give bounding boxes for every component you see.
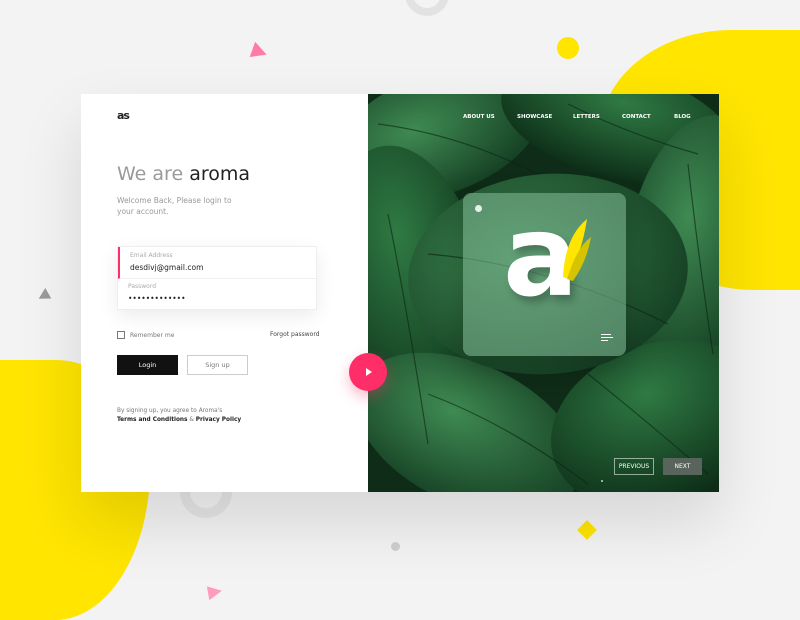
- grey-ring-top: [405, 0, 449, 16]
- forgot-password-link[interactable]: Forgot password: [270, 331, 320, 338]
- slide-indicator-dot: [601, 480, 603, 482]
- leaf-accent-icon: [563, 219, 591, 281]
- login-pane: as We are aroma Welcome Back, Please log…: [81, 94, 368, 492]
- nav-contact[interactable]: CONTACT: [622, 114, 651, 120]
- grey-dot: [391, 542, 400, 551]
- login-form: Email Address Password •••••••••••••: [117, 246, 318, 310]
- nav-letters[interactable]: LETTERS: [573, 114, 600, 120]
- terms-text: By signing up, you agree to Aroma's Term…: [117, 407, 241, 425]
- pink-triangle-bottom: [206, 583, 224, 601]
- dot-icon: [475, 205, 482, 212]
- nav-blog[interactable]: BLOG: [674, 114, 691, 120]
- headline-prefix: We are: [117, 163, 184, 185]
- login-card: as We are aroma Welcome Back, Please log…: [81, 94, 719, 492]
- remember-me[interactable]: Remember me: [117, 331, 174, 339]
- play-button[interactable]: [349, 353, 387, 391]
- menu-icon[interactable]: [601, 334, 613, 343]
- password-field[interactable]: Password •••••••••••••: [118, 278, 316, 309]
- previous-button[interactable]: PREVIOUS: [614, 458, 654, 475]
- nav-showcase[interactable]: SHOWCASE: [517, 114, 552, 120]
- hero-image-pane: ABOUT US SHOWCASE LETTERS CONTACT BLOG a…: [368, 94, 719, 492]
- headline-brand: aroma: [189, 163, 251, 185]
- pink-triangle-top: [249, 41, 270, 63]
- terms-amp: &: [189, 417, 194, 423]
- yellow-diamond: [577, 520, 597, 540]
- email-input[interactable]: [130, 263, 300, 272]
- play-icon: [366, 368, 372, 376]
- nav-about-us[interactable]: ABOUT US: [463, 114, 495, 120]
- welcome-text: Welcome Back, Please login to your accou…: [117, 196, 232, 216]
- page-title: We are aroma: [117, 163, 250, 185]
- signup-button[interactable]: Sign up: [187, 355, 248, 375]
- grey-triangle: [35, 288, 52, 304]
- next-button[interactable]: NEXT: [663, 458, 702, 475]
- privacy-link[interactable]: Privacy Policy: [196, 417, 241, 423]
- terms-prefix: By signing up, you agree to Aroma's: [117, 408, 223, 414]
- password-input[interactable]: •••••••••••••: [128, 294, 298, 303]
- yellow-dot: [557, 37, 579, 59]
- email-label: Email Address: [130, 252, 173, 259]
- password-label: Password: [128, 283, 157, 290]
- remember-label: Remember me: [130, 331, 175, 339]
- login-button[interactable]: Login: [117, 355, 178, 375]
- remember-checkbox[interactable]: [117, 331, 125, 339]
- terms-link[interactable]: Terms and Conditions: [117, 417, 188, 423]
- brand-logo-card: a: [463, 193, 626, 356]
- email-field[interactable]: Email Address: [118, 247, 318, 279]
- brand-logo[interactable]: as: [117, 109, 130, 122]
